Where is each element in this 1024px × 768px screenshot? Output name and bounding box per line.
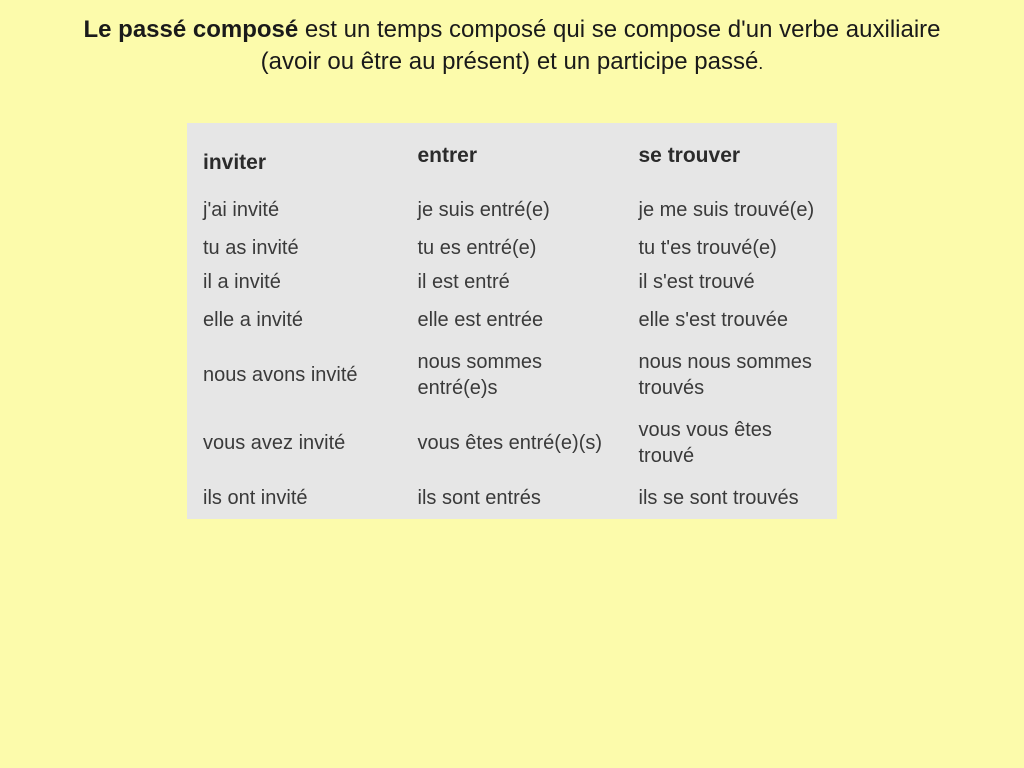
table-row: elle a invité elle est entrée elle s'est… xyxy=(187,299,837,341)
header-inviter: inviter xyxy=(187,123,402,189)
cell: vous êtes entré(e)(s) xyxy=(402,409,623,477)
cell: je suis entré(e) xyxy=(402,189,623,231)
table-row: tu as invité tu es entré(e) tu t'es trou… xyxy=(187,231,837,265)
table-row: vous avez invité vous êtes entré(e)(s) v… xyxy=(187,409,837,477)
heading-period: . xyxy=(758,53,763,73)
cell: tu es entré(e) xyxy=(402,231,623,265)
cell: j'ai invité xyxy=(187,189,402,231)
conjugation-table: inviter entrer se trouver j'ai invité je… xyxy=(187,123,837,519)
cell: elle s'est trouvée xyxy=(623,299,838,341)
cell: elle a invité xyxy=(187,299,402,341)
cell: nous nous sommes trouvés xyxy=(623,341,838,409)
table-row: nous avons invité nous sommes entré(e)s … xyxy=(187,341,837,409)
slide: Le passé composé est un temps composé qu… xyxy=(0,0,1024,768)
header-se-trouver: se trouver xyxy=(623,123,838,189)
cell: ils sont entrés xyxy=(402,477,623,519)
cell: nous sommes entré(e)s xyxy=(402,341,623,409)
table-row: ils ont invité ils sont entrés ils se so… xyxy=(187,477,837,519)
conjugation-table-container: inviter entrer se trouver j'ai invité je… xyxy=(187,123,837,519)
cell: elle est entrée xyxy=(402,299,623,341)
cell: il est entré xyxy=(402,265,623,299)
cell: il a invité xyxy=(187,265,402,299)
cell: vous avez invité xyxy=(187,409,402,477)
cell: ils ont invité xyxy=(187,477,402,519)
cell: tu t'es trouvé(e) xyxy=(623,231,838,265)
cell: il s'est trouvé xyxy=(623,265,838,299)
cell: nous avons invité xyxy=(187,341,402,409)
cell: tu as invité xyxy=(187,231,402,265)
heading-bold: Le passé composé xyxy=(83,16,298,43)
heading-text-line1: est un temps composé qui se compose d'un… xyxy=(298,16,940,43)
cell: vous vous êtes trouvé xyxy=(623,409,838,477)
heading-text-line2: (avoir ou être au présent) et un partici… xyxy=(261,48,759,75)
header-entrer: entrer xyxy=(402,123,623,189)
table-row: j'ai invité je suis entré(e) je me suis … xyxy=(187,189,837,231)
table-row: il a invité il est entré il s'est trouvé xyxy=(187,265,837,299)
cell: je me suis trouvé(e) xyxy=(623,189,838,231)
heading: Le passé composé est un temps composé qu… xyxy=(30,14,994,79)
table-header-row: inviter entrer se trouver xyxy=(187,123,837,189)
cell: ils se sont trouvés xyxy=(623,477,838,519)
